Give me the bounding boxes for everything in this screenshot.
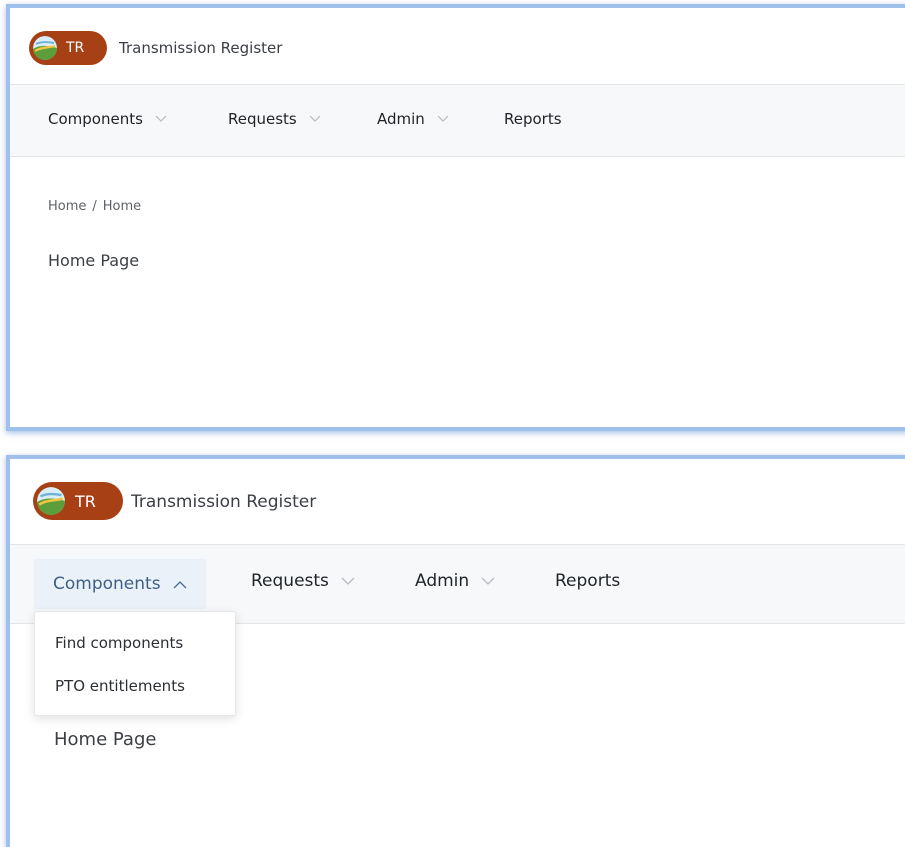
chevron-down-icon [155,115,167,123]
components-dropdown-menu: Find components PTO entitlements [34,611,236,716]
app-title[interactable]: Transmission Register [131,492,316,512]
page-title: Home Page [54,729,157,750]
nav-label: Requests [251,571,329,591]
breadcrumb-current: Home [102,199,142,214]
chevron-down-icon [341,577,355,586]
breadcrumb-link-home[interactable]: Home [48,199,86,214]
nav-components[interactable]: Components [34,559,206,609]
globe-logo-icon [37,487,65,515]
chevron-down-icon [437,115,449,123]
nav-label: Admin [377,110,425,128]
app-header: TR Transmission Register [10,8,905,85]
nav-reports[interactable]: Reports [555,571,620,591]
nav-label: Requests [228,110,297,128]
main-nav: Components Requests Admin Reports [10,85,905,157]
nav-label: Reports [555,571,621,591]
nav-requests[interactable]: Requests [251,571,355,591]
breadcrumb: Home / Home [48,199,141,214]
nav-components[interactable]: Components [48,110,167,128]
logo-text: TR [75,491,96,511]
app-header: TR Transmission Register [10,459,905,545]
nav-requests[interactable]: Requests [228,110,321,128]
screenshot-default-state: TR Transmission Register Components Requ… [6,4,905,431]
globe-logo-icon [33,36,57,60]
app-title[interactable]: Transmission Register [119,39,282,57]
nav-admin[interactable]: Admin [415,571,495,591]
menu-item-find-components[interactable]: Find components [55,634,183,652]
chevron-down-icon [481,577,495,586]
nav-label: Components [53,574,161,594]
nav-admin[interactable]: Admin [377,110,449,128]
menu-item-pto-entitlements[interactable]: PTO entitlements [55,677,185,695]
nav-reports[interactable]: Reports [504,110,562,128]
page-title: Home Page [48,251,140,270]
nav-label: Reports [504,110,562,128]
app-logo[interactable]: TR [29,31,107,65]
chevron-up-icon [173,580,187,589]
screenshot-components-menu-open: TR Transmission Register Components Requ… [6,455,905,847]
logo-text: TR [66,40,85,56]
chevron-down-icon [309,115,321,123]
app-logo[interactable]: TR [33,482,123,520]
nav-label: Components [48,110,143,128]
nav-label: Admin [415,571,470,591]
breadcrumb-separator: / [92,199,97,214]
